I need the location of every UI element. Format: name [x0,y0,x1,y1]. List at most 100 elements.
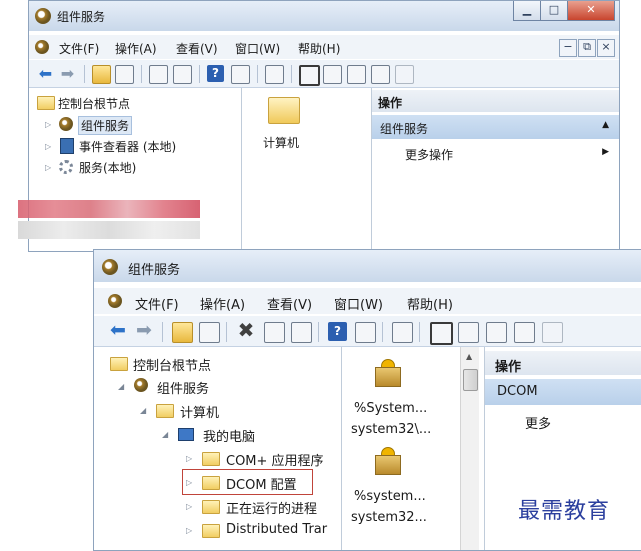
action-pane-icon[interactable] [231,65,250,84]
component-services-icon [102,259,118,275]
collapse-arrow-icon[interactable]: ◢ [140,406,146,415]
actions-selected-label: DCOM [497,384,538,399]
list-view-icon[interactable] [347,65,366,84]
dcom-app-icon[interactable] [372,359,402,387]
small-icons-view-icon[interactable] [323,65,342,84]
list-view-icon[interactable] [486,322,507,343]
show-hide-tree-icon[interactable] [115,65,134,84]
action-pane-icon[interactable] [355,322,376,343]
child-restore-button[interactable]: ⧉ [578,39,596,57]
tree-node-component-services[interactable]: 组件服务 [78,116,133,135]
maximize-button[interactable]: □ [540,1,568,21]
tree-node-component-services[interactable]: 组件服务 [157,378,209,397]
component-services-icon [35,8,51,24]
delete-icon[interactable]: ✖ [236,320,256,342]
export-list-icon[interactable] [395,65,414,84]
expand-arrow-icon[interactable]: ▷ [186,526,192,535]
up-folder-icon[interactable] [92,65,111,84]
console-icon[interactable] [108,294,122,308]
refresh-icon[interactable] [291,322,312,343]
center-item-computers[interactable]: 计算机 [263,134,299,151]
show-hide-tree-icon[interactable] [199,322,220,343]
properties-icon[interactable] [264,322,285,343]
menu-window[interactable]: 窗口(W) [334,294,383,313]
pane-divider[interactable] [341,347,342,550]
component-services-icon [59,117,73,131]
tree-node-console-root[interactable]: 控制台根节点 [133,355,211,374]
minimize-button[interactable]: ▁ [513,1,541,21]
tree-node-com-plus-applications[interactable]: COM+ 应用程序 [226,450,324,469]
folder-icon [202,452,220,466]
toolbar-separator [226,322,227,342]
expand-arrow-icon[interactable]: ▷ [45,120,51,129]
tree-node-distributed-transaction[interactable]: Distributed Trar [226,522,327,537]
menu-view[interactable]: 查看(V) [267,294,312,313]
back-icon[interactable]: ⬅ [37,65,54,82]
export-list-icon[interactable] [542,322,563,343]
center-item-1-line1[interactable]: %System... [354,401,427,416]
actions-selected-group[interactable]: 组件服务 ▲ [372,115,619,139]
child-minimize-button[interactable]: − [559,39,577,57]
detail-view-icon[interactable] [371,65,390,84]
refresh-icon[interactable] [173,65,192,84]
large-icons-view-icon[interactable] [299,65,320,86]
tree-node-running-processes[interactable]: 正在运行的进程 [226,498,317,517]
console-icon[interactable] [35,40,49,54]
toolbar-separator [84,65,85,83]
menu-help[interactable]: 帮助(H) [407,294,453,313]
expand-arrow-icon[interactable]: ▷ [45,163,51,172]
small-icons-view-icon[interactable] [458,322,479,343]
help-icon[interactable]: ? [207,65,224,82]
detail-view-icon[interactable] [514,322,535,343]
forward-icon[interactable]: ➡ [134,321,154,342]
center-item-2-line2[interactable]: system32... [351,510,427,525]
child-close-button[interactable]: × [597,39,615,57]
tree-node-my-computer[interactable]: 我的电脑 [203,426,255,445]
menu-help[interactable]: 帮助(H) [298,40,340,57]
dcom-app-icon[interactable] [372,447,402,475]
title-bar[interactable]: 组件服务 ▁ □ ✕ [29,1,619,31]
vertical-scrollbar[interactable]: ▲ [460,347,479,550]
toolbar-separator [257,65,258,83]
toolbar-separator [291,65,292,83]
collapse-arrow-icon[interactable]: ◢ [162,430,168,439]
up-one-level-icon[interactable] [265,65,284,84]
help-icon[interactable]: ? [328,322,347,341]
my-computer-icon [178,428,194,441]
menu-file[interactable]: 文件(F) [135,294,179,313]
title-bar[interactable]: 组件服务 [94,250,641,282]
menu-bar: 文件(F) 操作(A) 查看(V) 窗口(W) 帮助(H) − ⧉ × [29,35,619,59]
large-icons-view-icon[interactable] [430,322,453,345]
up-one-level-icon[interactable] [392,322,413,343]
toolbar: ⬅ ➡ ✖ ? [94,316,641,347]
menu-file[interactable]: 文件(F) [59,40,99,57]
action-more-actions[interactable]: 更多 [525,413,551,432]
up-folder-icon[interactable] [172,322,193,343]
scroll-up-arrow-icon[interactable]: ▲ [466,352,472,361]
collapse-arrow-icon[interactable]: ▲ [602,120,609,130]
tree-node-computers[interactable]: 计算机 [180,402,219,421]
forward-icon[interactable]: ➡ [59,65,76,82]
tree-node-event-viewer[interactable]: 事件查看器 (本地) [79,138,176,155]
close-button[interactable]: ✕ [567,1,615,21]
menu-action[interactable]: 操作(A) [200,294,245,313]
menu-action[interactable]: 操作(A) [115,40,157,57]
actions-selected-group[interactable]: DCOM [485,379,641,405]
collapse-arrow-icon[interactable]: ◢ [118,382,124,391]
center-item-2-line1[interactable]: %system... [354,489,426,504]
expand-arrow-icon[interactable]: ▷ [45,142,51,151]
expand-arrow-icon[interactable]: ▷ [186,454,192,463]
menu-view[interactable]: 查看(V) [176,40,218,57]
action-more-actions[interactable]: 更多操作 [405,146,453,163]
menu-window[interactable]: 窗口(W) [235,40,280,57]
back-icon[interactable]: ⬅ [108,321,128,342]
tree-node-services[interactable]: 服务(本地) [79,159,136,176]
properties-icon[interactable] [149,65,168,84]
services-gear-icon [59,160,73,174]
tree-node-console-root[interactable]: 控制台根节点 [58,95,130,112]
scrollbar-thumb[interactable] [463,369,478,391]
computers-folder-icon[interactable] [268,97,300,124]
center-item-1-line2[interactable]: system32\... [351,422,431,437]
window-title: 组件服务 [128,263,181,278]
expand-arrow-icon[interactable]: ▷ [186,502,192,511]
